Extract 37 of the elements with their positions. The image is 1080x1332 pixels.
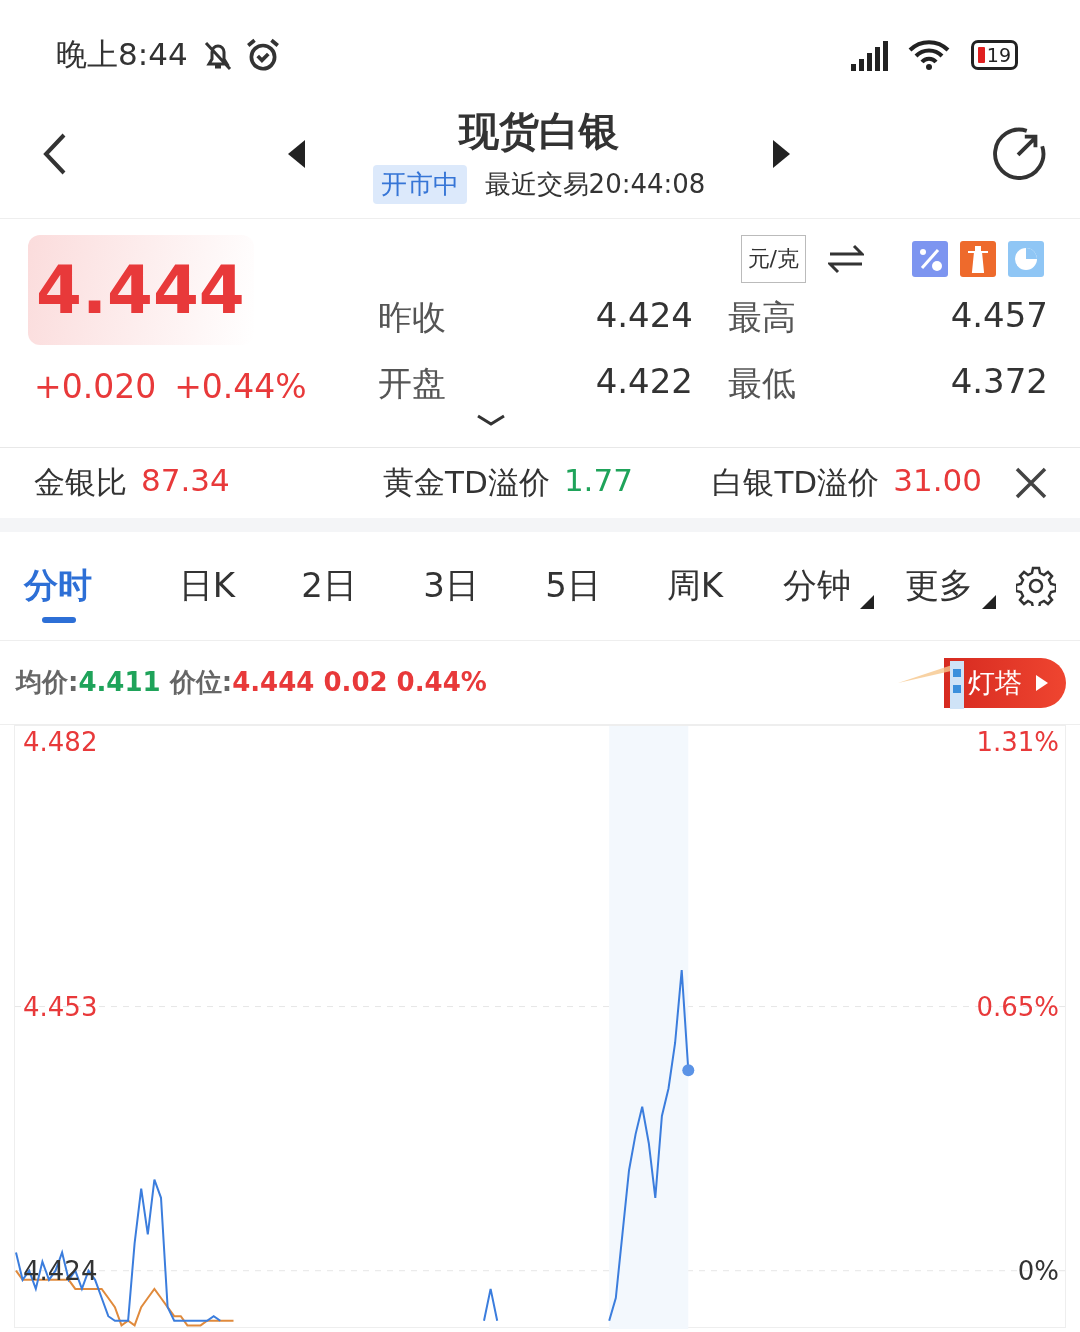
last-trade-time: 最近交易20:44:08: [484, 168, 706, 201]
ratio-value: 31.00: [893, 462, 982, 500]
stat-label: 昨收: [378, 296, 447, 339]
ratio-value: 87.34: [141, 462, 230, 500]
y-axis-label: 4.453: [23, 991, 98, 1022]
period-tab[interactable]: 分时: [24, 563, 96, 609]
status-time: 晚上8:44: [56, 35, 188, 74]
battery-icon: 19: [970, 40, 1018, 70]
stat-value: 4.424: [594, 295, 693, 337]
ratio-label: 黄金TD溢价: [383, 463, 550, 502]
percent-axis-label: 0.65%: [976, 991, 1059, 1022]
price-change-percent: +0.44%: [174, 367, 307, 406]
stat-value: 4.372: [949, 361, 1048, 403]
percent-axis-label: 0%: [1017, 1255, 1059, 1286]
stat-value: 4.457: [949, 295, 1048, 337]
period-tab[interactable]: 5日: [512, 563, 634, 609]
unit-button[interactable]: 元/克: [740, 235, 806, 283]
period-tab[interactable]: 日K: [146, 563, 268, 609]
chart-legend: 均价:4.411 价位:4.444 0.02 0.44%: [16, 665, 487, 700]
price-change: +0.020: [34, 367, 157, 406]
stat-value: 4.422: [594, 361, 693, 403]
period-tab[interactable]: 3日: [390, 563, 512, 609]
period-tab[interactable]: 周K: [634, 563, 756, 609]
current-price: 4.444: [36, 251, 245, 329]
percent-axis-label: 1.31%: [976, 727, 1059, 758]
ratio-value: 1.77: [563, 462, 633, 500]
ratio-label: 金银比: [34, 463, 127, 502]
market-status-badge: 开市中: [372, 165, 467, 204]
ratio-label: 白银TD溢价: [712, 463, 880, 502]
period-tab[interactable]: 2日: [268, 563, 390, 609]
page-title: 现货白银: [459, 107, 619, 156]
stat-label: 最高: [727, 296, 797, 339]
period-tab[interactable]: 更多: [878, 563, 1000, 609]
period-tab[interactable]: 分钟: [756, 563, 878, 609]
y-axis-label: 4.482: [23, 727, 98, 758]
stat-label: 最低: [727, 362, 797, 405]
stat-label: 开盘: [378, 362, 447, 405]
